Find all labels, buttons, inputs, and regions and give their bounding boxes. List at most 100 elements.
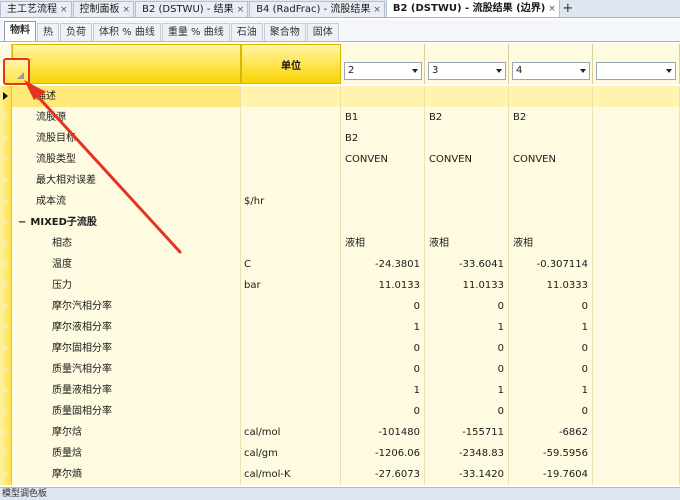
sub-tab-6[interactable]: 石油 <box>230 23 263 41</box>
value-cell[interactable] <box>425 86 509 107</box>
document-tab-5[interactable]: B2 (DSTWU) - 流股结果 (边界) × <box>385 0 560 17</box>
row-header-cell[interactable] <box>0 170 12 191</box>
value-cell[interactable]: 11.0133 <box>425 275 509 296</box>
value-cell[interactable]: -33.6041 <box>425 254 509 275</box>
stream-select-4[interactable] <box>596 62 676 80</box>
value-cell[interactable] <box>593 149 680 170</box>
value-cell[interactable] <box>593 464 680 485</box>
row-header-cell[interactable] <box>0 401 12 422</box>
value-cell[interactable]: 1 <box>341 380 425 401</box>
sub-tab-3[interactable]: 负荷 <box>60 23 92 41</box>
unit-cell[interactable] <box>241 149 341 170</box>
value-cell[interactable]: 0 <box>509 338 593 359</box>
document-tab-1[interactable]: 主工艺流程 × <box>0 1 72 17</box>
value-cell[interactable]: 液相 <box>509 233 593 254</box>
value-cell[interactable] <box>593 338 680 359</box>
table-row[interactable]: 流股类型 CONVEN CONVEN CONVEN <box>0 149 680 170</box>
value-cell[interactable]: B2 <box>509 107 593 128</box>
value-cell[interactable]: 1 <box>509 380 593 401</box>
table-row[interactable]: 摩尔液相分率 1 1 1 <box>0 317 680 338</box>
close-icon[interactable]: × <box>548 1 556 17</box>
value-cell[interactable]: B1 <box>341 107 425 128</box>
sub-tab-2[interactable]: 热 <box>37 23 59 41</box>
unit-cell[interactable] <box>241 359 341 380</box>
value-cell[interactable]: -24.3801 <box>341 254 425 275</box>
value-cell[interactable] <box>593 233 680 254</box>
sub-tab-8[interactable]: 固体 <box>306 23 339 41</box>
select-all-corner-button[interactable] <box>3 58 30 85</box>
unit-cell[interactable] <box>241 338 341 359</box>
table-row[interactable]: 摩尔焓 cal/mol -101480 -155711 -6862 <box>0 422 680 443</box>
table-row[interactable]: 摩尔汽相分率 0 0 0 <box>0 296 680 317</box>
table-row[interactable]: 质量液相分率 1 1 1 <box>0 380 680 401</box>
value-cell[interactable]: 0 <box>425 359 509 380</box>
unit-cell[interactable] <box>241 212 341 233</box>
table-row[interactable]: 压力 bar 11.0133 11.0133 11.0333 <box>0 275 680 296</box>
value-cell[interactable]: -155711 <box>425 422 509 443</box>
value-cell[interactable] <box>593 443 680 464</box>
value-cell[interactable]: CONVEN <box>341 149 425 170</box>
value-cell[interactable]: -19.7604 <box>509 464 593 485</box>
value-cell[interactable] <box>593 401 680 422</box>
value-cell[interactable]: B2 <box>425 107 509 128</box>
unit-cell[interactable] <box>241 86 341 107</box>
value-cell[interactable]: 0 <box>509 296 593 317</box>
unit-cell[interactable] <box>241 380 341 401</box>
value-cell[interactable]: CONVEN <box>425 149 509 170</box>
close-icon[interactable]: × <box>123 2 131 18</box>
row-header-cell[interactable] <box>0 443 12 464</box>
value-cell[interactable] <box>341 170 425 191</box>
row-header-cell[interactable] <box>0 296 12 317</box>
row-header-cell[interactable] <box>0 422 12 443</box>
unit-cell[interactable]: bar <box>241 275 341 296</box>
table-row[interactable]: 质量汽相分率 0 0 0 <box>0 359 680 380</box>
unit-cell[interactable]: cal/mol-K <box>241 464 341 485</box>
document-tab-4[interactable]: B4 (RadFrac) - 流股结果 × <box>249 1 385 17</box>
value-cell[interactable]: -101480 <box>341 422 425 443</box>
sub-tab-7[interactable]: 聚合物 <box>263 23 306 41</box>
table-row[interactable]: 摩尔固相分率 0 0 0 <box>0 338 680 359</box>
table-row[interactable]: − MIXED子流股 <box>0 212 680 233</box>
table-row[interactable]: 质量固相分率 0 0 0 <box>0 401 680 422</box>
value-cell[interactable] <box>593 422 680 443</box>
row-header-cell[interactable] <box>0 254 12 275</box>
row-header-cell[interactable] <box>0 191 12 212</box>
stream-select-1[interactable]: 2 <box>344 62 422 80</box>
value-cell[interactable] <box>341 191 425 212</box>
value-cell[interactable] <box>509 170 593 191</box>
value-cell[interactable] <box>593 170 680 191</box>
row-header-cell[interactable] <box>0 128 12 149</box>
stream-select-3[interactable]: 4 <box>512 62 590 80</box>
value-cell[interactable]: 0 <box>425 401 509 422</box>
value-cell[interactable]: -0.307114 <box>509 254 593 275</box>
close-icon[interactable]: × <box>237 2 245 18</box>
unit-cell[interactable] <box>241 128 341 149</box>
value-cell[interactable] <box>593 212 680 233</box>
unit-cell[interactable] <box>241 296 341 317</box>
unit-cell[interactable]: $/hr <box>241 191 341 212</box>
value-cell[interactable] <box>509 212 593 233</box>
value-cell[interactable]: B2 <box>341 128 425 149</box>
value-cell[interactable]: 1 <box>425 380 509 401</box>
unit-cell[interactable]: cal/mol <box>241 422 341 443</box>
row-header-cell[interactable] <box>0 275 12 296</box>
value-cell[interactable]: 0 <box>425 338 509 359</box>
sub-tab-4[interactable]: 体积 % 曲线 <box>93 23 161 41</box>
sub-tab-1[interactable]: 物料 <box>4 21 36 41</box>
value-cell[interactable] <box>509 128 593 149</box>
value-cell[interactable]: 0 <box>341 359 425 380</box>
value-cell[interactable]: 0 <box>341 338 425 359</box>
value-cell[interactable]: 1 <box>509 317 593 338</box>
value-cell[interactable] <box>593 86 680 107</box>
value-cell[interactable] <box>425 170 509 191</box>
table-row[interactable]: 摩尔熵 cal/mol-K -27.6073 -33.1420 -19.7604 <box>0 464 680 485</box>
value-cell[interactable] <box>593 380 680 401</box>
unit-cell[interactable] <box>241 317 341 338</box>
table-row[interactable]: 流股源 B1 B2 B2 <box>0 107 680 128</box>
row-header-cell[interactable] <box>0 86 12 107</box>
sub-tab-5[interactable]: 重量 % 曲线 <box>161 23 230 41</box>
value-cell[interactable] <box>593 128 680 149</box>
row-header-cell[interactable] <box>0 380 12 401</box>
stream-select-2[interactable]: 3 <box>428 62 506 80</box>
value-cell[interactable] <box>425 128 509 149</box>
